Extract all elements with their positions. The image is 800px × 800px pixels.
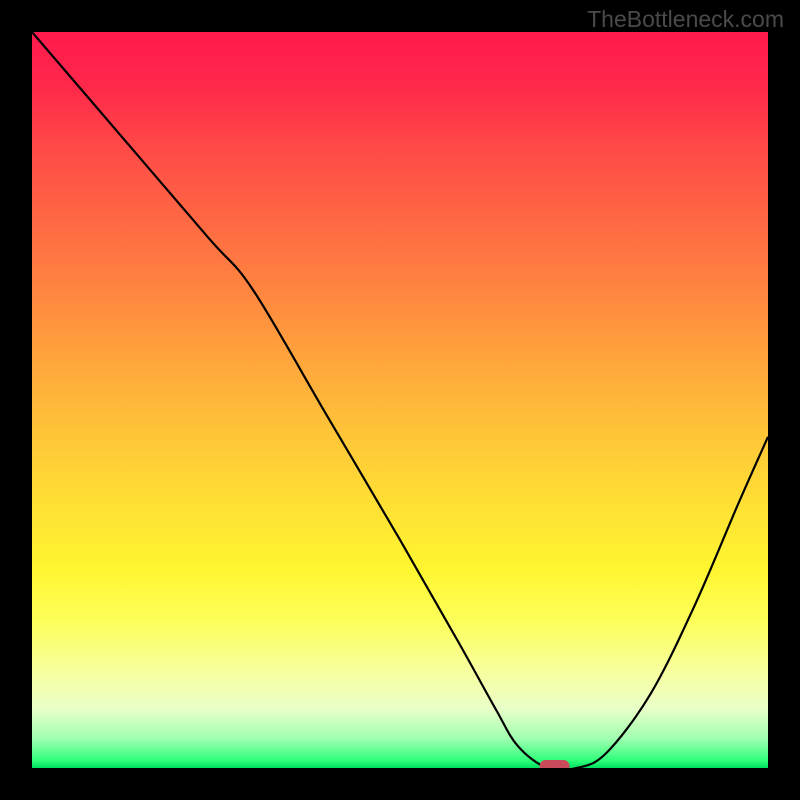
watermark-text: TheBottleneck.com <box>587 6 784 33</box>
plot-area <box>32 32 768 768</box>
chart-svg <box>32 32 768 768</box>
optimum-marker <box>540 760 570 768</box>
bottleneck-curve <box>32 32 768 768</box>
